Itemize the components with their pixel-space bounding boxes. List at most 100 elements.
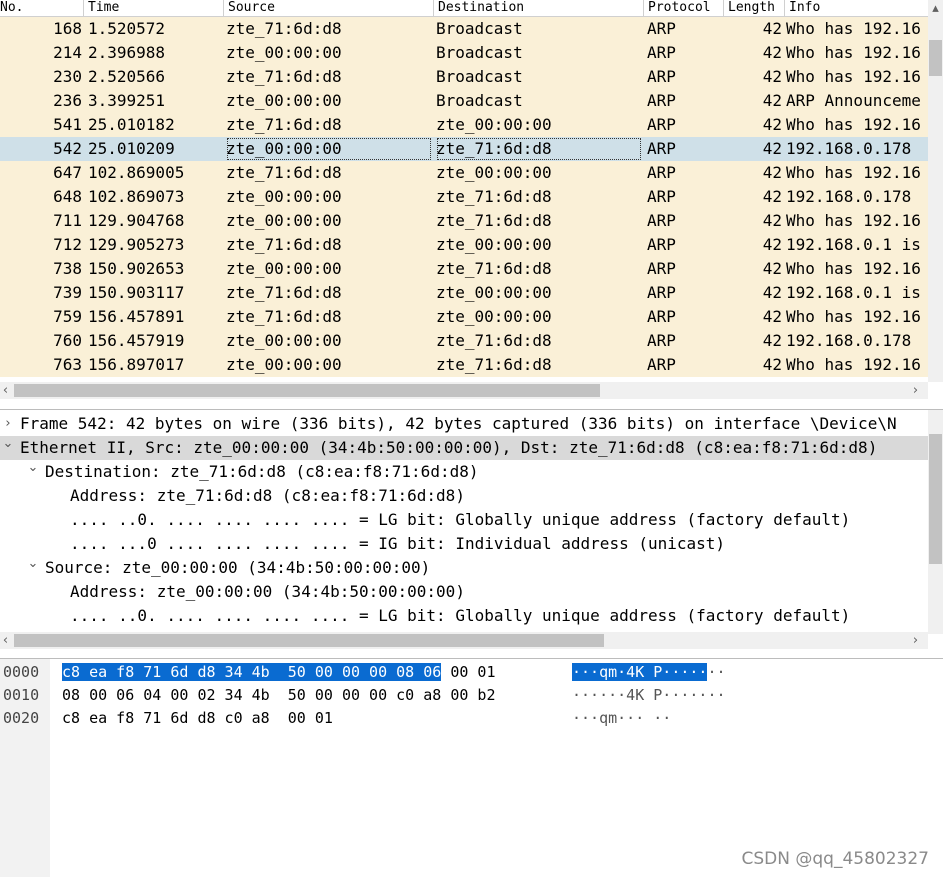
cell-destination: zte_00:00:00	[436, 235, 552, 254]
chevron-down-icon[interactable]: ⌄	[26, 556, 40, 576]
cell-source: zte_00:00:00	[226, 331, 342, 350]
hex-bytes-rest[interactable]: 00 01	[441, 663, 495, 681]
scroll-left-icon[interactable]: ‹	[0, 382, 13, 399]
cell-length: 42	[762, 283, 782, 302]
column-header-destination[interactable]: Destination	[434, 0, 644, 17]
packet-row[interactable]: 647 102.869005 zte_71:6d:d8 zte_00:00:00 ARP…	[0, 161, 928, 185]
packet-row[interactable]: 648 102.869073 zte_00:00:00 zte_71:6d:d8 ARP…	[0, 185, 928, 209]
cell-protocol: ARP	[647, 187, 676, 206]
ascii-bytes[interactable]: ···qm··· ··	[572, 707, 671, 729]
packet-row[interactable]: 739 150.903117 zte_71:6d:d8 zte_00:00:00 ARP…	[0, 281, 928, 305]
scrollbar-thumb[interactable]	[929, 40, 942, 76]
cell-source: zte_00:00:00	[226, 211, 342, 230]
byte-line: 0000 c8 ea f8 71 6d d8 34 4b 50 00 00 00 …	[0, 661, 943, 683]
column-header-no[interactable]: No.	[0, 0, 84, 17]
packet-row[interactable]: 711 129.904768 zte_00:00:00 zte_71:6d:d8 ARP…	[0, 209, 928, 233]
hex-bytes[interactable]: 08 00 06 04 00 02 34 4b 50 00 00 00 c0 a…	[62, 684, 495, 706]
scrollbar-thumb[interactable]	[14, 384, 600, 397]
cell-length: 42	[762, 355, 782, 374]
column-header-protocol[interactable]: Protocol	[644, 0, 724, 17]
cell-source: zte_00:00:00	[226, 91, 342, 110]
hex-bytes-selected[interactable]: c8 ea f8 71 6d d8 34 4b 50 00 00 00 08 0…	[62, 663, 442, 681]
chevron-down-icon[interactable]: ⌄	[26, 460, 40, 480]
cell-destination: zte_71:6d:d8	[436, 259, 552, 278]
details-vertical-scrollbar[interactable]	[928, 410, 943, 634]
cell-protocol: ARP	[647, 139, 676, 158]
hex-bytes-rest[interactable]: c8 ea f8 71 6d d8 c0 a8 00 01	[62, 709, 333, 727]
packet-row[interactable]: 759 156.457891 zte_71:6d:d8 zte_00:00:00 ARP…	[0, 305, 928, 329]
cell-destination: Broadcast	[436, 91, 523, 110]
ascii-bytes[interactable]: ···qm·4K P·······	[572, 661, 726, 683]
ascii-bytes-rest[interactable]: ··	[707, 663, 725, 681]
packet-details-pane[interactable]: › Frame 542: 42 bytes on wire (336 bits),…	[0, 409, 943, 655]
ascii-bytes-selected[interactable]: ···qm·4K P·····	[572, 663, 708, 681]
detail-line[interactable]: .... ..0. .... .... .... .... = LG bit: …	[0, 604, 928, 628]
packet-list-vertical-scrollbar[interactable]: ▴	[928, 0, 943, 382]
packet-list-horizontal-scrollbar[interactable]: ‹ ›	[0, 382, 928, 399]
column-header-info[interactable]: Info	[785, 0, 928, 17]
scroll-up-icon[interactable]: ▴	[928, 0, 943, 17]
cell-info: Who has 192.16	[786, 115, 921, 134]
detail-line[interactable]: ⌄ Destination: zte_71:6d:d8 (c8:ea:f8:71:…	[0, 460, 928, 484]
scrollbar-thumb[interactable]	[14, 634, 604, 647]
detail-text: .... ..0. .... .... .... .... = LG bit: …	[70, 510, 851, 529]
ascii-bytes[interactable]: ······4K P·······	[572, 684, 726, 706]
cell-source: zte_71:6d:d8	[226, 115, 342, 134]
scroll-left-icon[interactable]: ‹	[0, 632, 13, 649]
cell-info: 192.168.0.178	[786, 187, 912, 206]
cell-source: zte_00:00:00	[226, 43, 342, 62]
cell-info: Who has 192.16	[786, 163, 921, 182]
column-header-source[interactable]: Source	[224, 0, 434, 17]
cell-info: Who has 192.16	[786, 211, 921, 230]
packet-row[interactable]: 763 156.897017 zte_00:00:00 zte_71:6d:d8 ARP…	[0, 353, 928, 377]
packet-row[interactable]: 214 2.396988 zte_00:00:00 Broadcast ARP 42 Who…	[0, 41, 928, 65]
ascii-bytes-rest[interactable]: ······4K P·······	[572, 686, 726, 704]
detail-line[interactable]: ⌄ Ethernet II, Src: zte_00:00:00 (34:4b:5…	[0, 436, 928, 460]
cell-time: 102.869073	[88, 187, 185, 206]
detail-line[interactable]: Address: zte_00:00:00 (34:4b:50:00:00:00…	[0, 580, 928, 604]
packet-rows: 168 1.520572 zte_71:6d:d8 Broadcast ARP 42 Who…	[0, 17, 928, 382]
packet-row[interactable]: 541 25.010182 zte_71:6d:d8 zte_00:00:00 ARP 4…	[0, 113, 928, 137]
hex-bytes[interactable]: c8 ea f8 71 6d d8 34 4b 50 00 00 00 08 0…	[62, 661, 495, 683]
packet-row[interactable]: 168 1.520572 zte_71:6d:d8 Broadcast ARP 42 Who…	[0, 17, 928, 41]
cell-time: 156.897017	[88, 355, 185, 374]
cell-length: 42	[762, 259, 782, 278]
packet-row[interactable]: 230 2.520566 zte_71:6d:d8 Broadcast ARP 42 Who…	[0, 65, 928, 89]
scrollbar-thumb[interactable]	[929, 434, 942, 564]
hex-bytes[interactable]: c8 ea f8 71 6d d8 c0 a8 00 01	[62, 707, 333, 729]
packet-list-pane[interactable]: No. Time Source Destination Protocol Len…	[0, 0, 943, 404]
detail-line[interactable]: Address: zte_71:6d:d8 (c8:ea:f8:71:6d:d8…	[0, 484, 928, 508]
cell-length: 42	[762, 115, 782, 134]
detail-line[interactable]: › Frame 542: 42 bytes on wire (336 bits),…	[0, 412, 928, 436]
column-header-length[interactable]: Length	[724, 0, 785, 17]
cell-no: 760	[53, 331, 82, 350]
packet-row[interactable]: 712 129.905273 zte_71:6d:d8 zte_00:00:00 ARP…	[0, 233, 928, 257]
cell-length: 42	[762, 19, 782, 38]
chevron-down-icon[interactable]: ⌄	[1, 436, 15, 456]
packet-row[interactable]: 236 3.399251 zte_00:00:00 Broadcast ARP 42 ARP…	[0, 89, 928, 113]
detail-line[interactable]: .... ..0. .... .... .... .... = LG bit: …	[0, 508, 928, 532]
cell-info: Who has 192.16	[786, 259, 921, 278]
ascii-bytes-rest[interactable]: ···qm··· ··	[572, 709, 671, 727]
detail-line[interactable]: .... ...0 .... .... .... .... = IG bit: …	[0, 532, 928, 556]
cell-source: zte_71:6d:d8	[226, 307, 342, 326]
packet-row[interactable]: 760 156.457919 zte_00:00:00 zte_71:6d:d8 ARP…	[0, 329, 928, 353]
cell-destination: zte_71:6d:d8	[436, 355, 552, 374]
cell-time: 25.010209	[88, 139, 175, 158]
scroll-right-icon[interactable]: ›	[908, 382, 923, 399]
cell-length: 42	[762, 91, 782, 110]
detail-line[interactable]: ⌄ Source: zte_00:00:00 (34:4b:50:00:00:00…	[0, 556, 928, 580]
detail-text: Address: zte_00:00:00 (34:4b:50:00:00:00…	[70, 582, 465, 601]
column-header-time[interactable]: Time	[84, 0, 224, 17]
cell-info: 192.168.0.178	[786, 139, 912, 158]
scroll-right-icon[interactable]: ›	[908, 632, 923, 649]
packet-row[interactable]: 542 25.010209 zte_00:00:00 zte_71:6d:d8 ARP 4…	[0, 137, 928, 161]
cell-info: ARP Announceme	[786, 91, 921, 110]
packet-row[interactable]: 738 150.902653 zte_00:00:00 zte_71:6d:d8 ARP…	[0, 257, 928, 281]
cell-info: Who has 192.16	[786, 19, 921, 38]
details-horizontal-scrollbar[interactable]: ‹ ›	[0, 632, 928, 649]
hex-bytes-rest[interactable]: 08 00 06 04 00 02 34 4b 50 00 00 00 c0 a…	[62, 686, 495, 704]
chevron-right-icon[interactable]: ›	[1, 412, 15, 436]
cell-protocol: ARP	[647, 283, 676, 302]
packet-bytes-pane[interactable]: 0000 c8 ea f8 71 6d d8 34 4b 50 00 00 00 …	[0, 658, 943, 877]
